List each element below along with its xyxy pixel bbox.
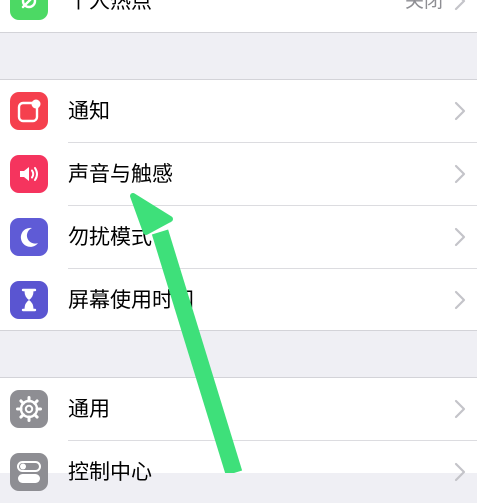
settings-row-screen-time[interactable]: 屏幕使用时间 (0, 269, 477, 331)
settings-row-general[interactable]: 通用 (0, 378, 477, 440)
sounds-icon (10, 155, 48, 193)
settings-row-control-center[interactable]: 控制中心 (0, 441, 477, 503)
settings-row-label: 屏幕使用时间 (68, 288, 194, 312)
chevron-right-icon (454, 164, 466, 184)
chevron-right-icon (454, 462, 466, 482)
notifications-icon (10, 92, 48, 130)
chevron-right-icon (454, 0, 466, 11)
personal-hotspot-icon (10, 0, 48, 20)
chevron-right-icon (454, 399, 466, 419)
settings-row-value: 关闭 (404, 0, 443, 12)
settings-group-alerts: 通知 声音与触感 勿扰模式 屏幕使用时间 (0, 80, 477, 330)
settings-row-sounds-haptics[interactable]: 声音与触感 (0, 143, 477, 205)
settings-row-do-not-disturb[interactable]: 勿扰模式 (0, 206, 477, 268)
settings-row-label: 通用 (68, 397, 110, 421)
settings-row-label: 通知 (68, 99, 110, 123)
chevron-right-icon (454, 290, 466, 310)
chevron-right-icon (454, 101, 466, 121)
settings-row-notifications[interactable]: 通知 (0, 80, 477, 142)
chevron-right-icon (454, 227, 466, 247)
settings-row-label: 控制中心 (68, 460, 152, 484)
group-divider (0, 32, 477, 33)
settings-row-label: 个人热点 (68, 0, 152, 13)
hourglass-icon (10, 281, 48, 319)
settings-row-label: 勿扰模式 (68, 225, 152, 249)
settings-group-network: 个人热点 关闭 (0, 0, 477, 32)
settings-group-general: 通用 控制中心 (0, 378, 477, 491)
settings-row-label: 声音与触感 (68, 162, 173, 186)
toggle-icon (10, 453, 48, 491)
gear-icon (10, 390, 48, 428)
moon-icon (10, 218, 48, 256)
settings-row-personal-hotspot[interactable]: 个人热点 关闭 (0, 0, 477, 32)
group-divider (0, 330, 477, 331)
